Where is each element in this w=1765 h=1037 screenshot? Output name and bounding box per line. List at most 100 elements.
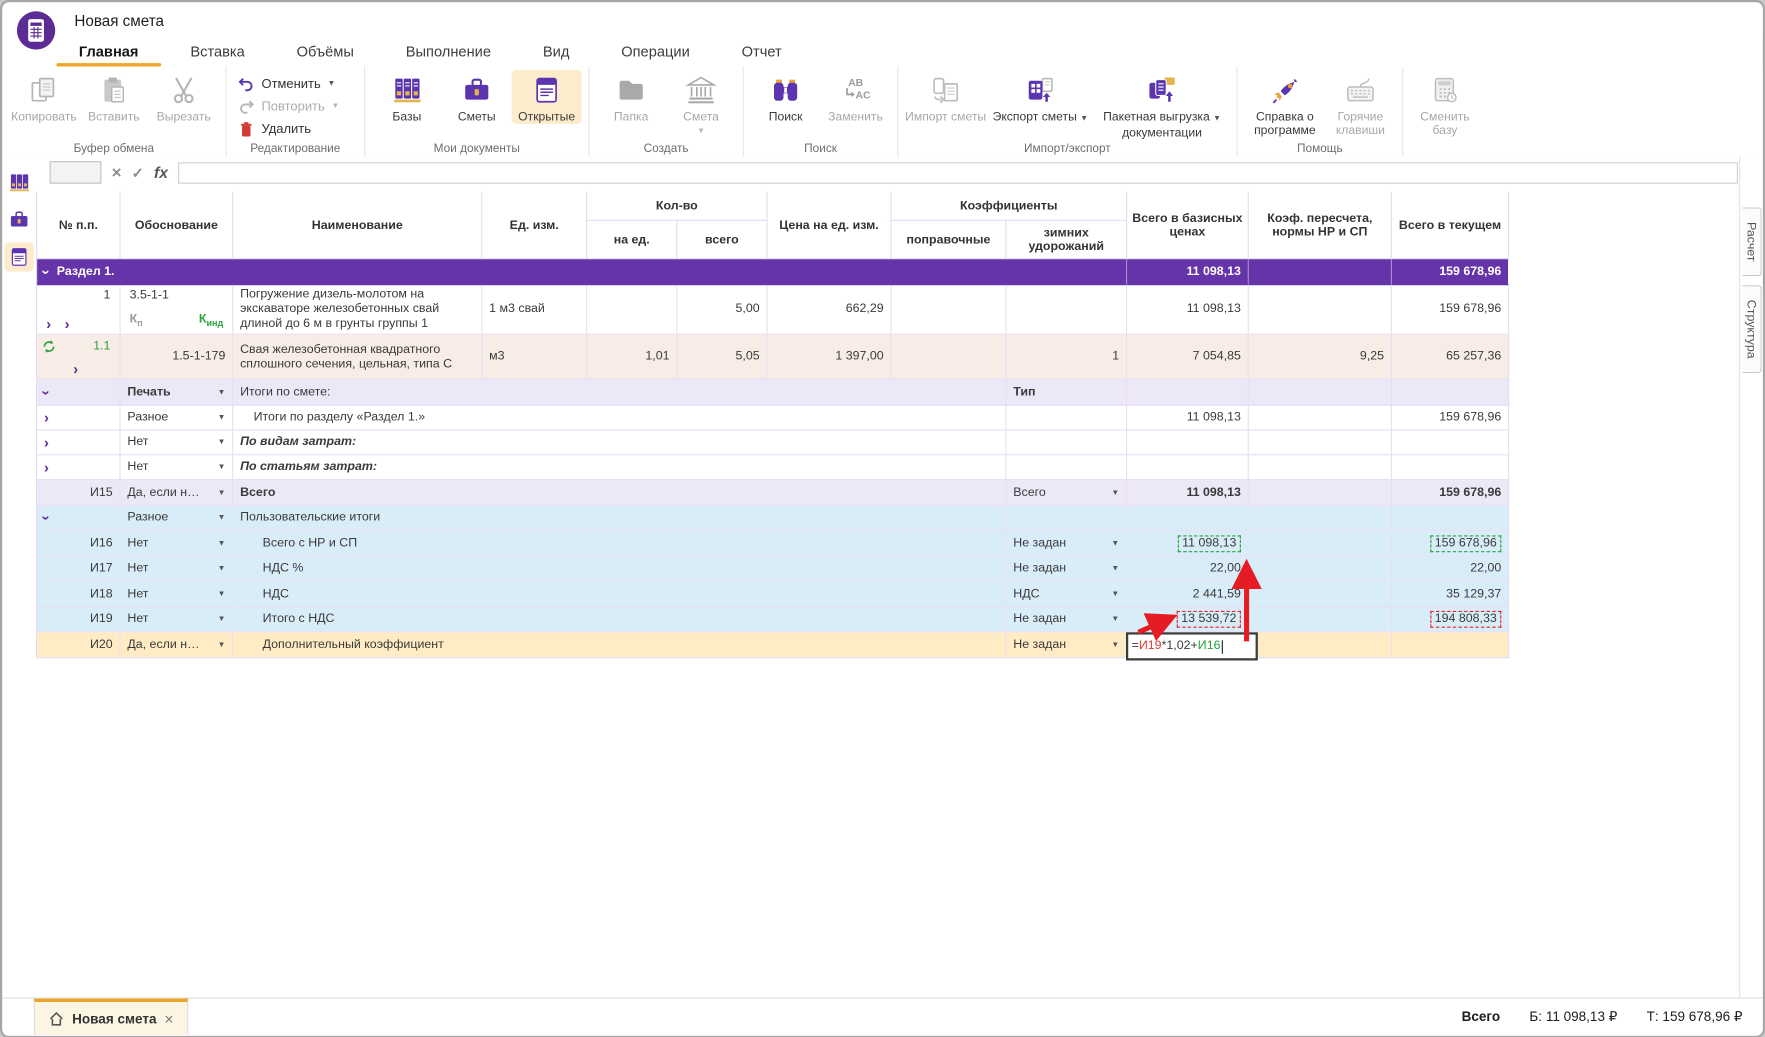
by-types-dropdown[interactable]: Нет ▼ [127,435,225,450]
by-cost-types-row[interactable]: › Нет ▼ По видам затрат: [36,430,1510,456]
by-types-expand-icon[interactable]: › [44,435,49,450]
total-row-i15[interactable]: И15 Да, если н… ▼ Всего Всего ▼ 11 098,13 … [36,480,1510,507]
group-import-export: Импорт сметы Экспорт сметы ▼ Пакетная вы… [898,66,1238,157]
item1-num: 1 [103,288,111,303]
user-totals-dropdown[interactable]: Разное ▼ [127,511,225,526]
document-tab-close-icon[interactable]: × [164,1010,173,1026]
side-tab-calculation[interactable]: Расчет [1741,207,1762,277]
search-button[interactable]: Поиск [751,70,821,124]
batch-export-button[interactable]: Пакетная выгрузка ▼ документации [1094,70,1229,140]
create-estimate-button: Смета ▼ [666,70,736,135]
i16-type-dropdown[interactable]: Не задан ▼ [1013,536,1119,551]
mini-briefcase-icon [10,211,28,227]
by-articles-expand-icon[interactable]: › [44,460,49,475]
col-coeff-group: Коэффициенты [891,191,1128,221]
i19-label: Итого с НДС [233,607,1007,633]
col-total-cur: Всего в текущем [1391,191,1510,260]
tab-insert[interactable]: Вставка [186,36,249,66]
by-articles-dropdown[interactable]: Нет ▼ [127,460,225,475]
i16-label: Всего с НР и СП [233,530,1007,557]
about-button[interactable]: Справка о программе [1244,70,1325,138]
text-cursor [1221,639,1223,654]
formula-input[interactable] [178,161,1738,184]
estimates-button[interactable]: Сметы [442,70,512,124]
tab-view[interactable]: Вид [538,36,574,66]
item1-expand-icon[interactable]: › [46,317,51,332]
cancel-icon[interactable]: × [112,164,122,181]
mini-open-documents-button[interactable] [4,242,34,272]
i15-print-dropdown[interactable]: Да, если н… ▼ [127,485,225,500]
open-documents-button[interactable]: Открытые [511,69,582,124]
i19-total-base: 13 539,72 [1176,610,1241,628]
item1-qty-total: 5,00 [677,285,768,335]
item-row-1[interactable]: 1 › › 3.5-1-1 Кп Кинд Погружение дизель-… [36,285,1510,335]
bases-button[interactable]: Базы [372,70,442,124]
section-row[interactable]: › Раздел 1. 11 098,13 159 678,96 [36,259,1510,286]
item1-expand2-icon[interactable]: › [65,317,70,332]
undo-caret-icon[interactable]: ▼ [327,80,335,88]
group-editing: Отменить ▼ Повторить ▼ Удалить Редактиро… [227,66,366,157]
col-corrective: поправочные [891,220,1007,260]
section-totals-expand-icon[interactable]: › [44,410,49,425]
i19-print-dropdown[interactable]: Нет ▼ [127,612,225,627]
i15-type-dropdown[interactable]: Всего ▼ [1013,485,1119,500]
delete-button[interactable]: Удалить [233,119,357,138]
tab-main[interactable]: Главная [56,36,161,67]
app-logo-icon[interactable] [16,10,57,51]
item1-kind-coefficient[interactable]: Кинд [199,312,223,330]
title-bar: Новая смета [2,2,1763,50]
export-estimate-button[interactable]: Экспорт сметы ▼ [986,70,1094,126]
item11-expand-icon[interactable]: › [73,362,78,377]
undo-button[interactable]: Отменить ▼ [233,74,357,93]
col-total-base: Всего в базисных ценах [1127,191,1249,260]
i17-print-dropdown[interactable]: Нет ▼ [127,561,225,576]
i16-print-dropdown[interactable]: Нет ▼ [127,536,225,551]
item1-basis: 3.5-1-1 [129,288,169,303]
i20-type-dropdown[interactable]: Не задан ▼ [1013,637,1119,652]
resource-link-icon[interactable] [42,339,57,358]
i17-type-dropdown[interactable]: Не задан ▼ [1013,561,1119,576]
mini-estimates-button[interactable] [5,205,34,234]
tab-report[interactable]: Отчет [737,36,786,66]
totals-header-row[interactable]: › Печать ▼ Итоги по смете: Тип [36,379,1510,406]
row-i19[interactable]: И19 Нет ▼ Итого с НДС Не задан ▼ 13 539,72… [36,607,1510,633]
batch-export-icon [1144,73,1180,107]
by-cost-articles-row[interactable]: › Нет ▼ По статьям затрат: [36,455,1510,481]
row-i18[interactable]: И18 Нет ▼ НДС НДС ▼ 2 441,59 35 129,37 [36,581,1510,608]
i20-print-dropdown[interactable]: Да, если н… ▼ [127,637,225,652]
section-totals-dropdown[interactable]: Разное ▼ [127,410,225,425]
user-totals-label: Пользовательские итоги [233,506,1007,531]
ribbon-tab-bar: Главная Вставка Объёмы Выполнение Вид Оп… [2,36,1763,67]
check-icon[interactable]: ✓ [132,165,144,180]
tab-operations[interactable]: Операции [617,36,695,66]
user-totals-collapse-icon[interactable]: › [38,515,55,520]
tab-volumes[interactable]: Объёмы [292,36,358,66]
row-i17[interactable]: И17 Нет ▼ НДС % Не задан ▼ 22,00 22,00 [36,556,1510,582]
row-i20[interactable]: И20 Да, если н… ▼ Дополнительный коэффици… [36,632,1510,661]
item1-kp-coefficient[interactable]: Кп [130,312,143,330]
document-tab[interactable]: Новая смета × [33,998,189,1035]
tab-execution[interactable]: Выполнение [401,36,495,66]
svg-text:AB: AB [848,77,864,89]
dropdown-caret-icon: ▼ [1111,539,1120,548]
mini-bases-button[interactable] [5,168,34,197]
calculator-icon [1427,73,1463,107]
cell-reference-input[interactable] [49,161,102,184]
item-row-1-1[interactable]: 1.1 › 1.5-1-179 Свая железобетонная квад… [36,334,1510,380]
scissors-icon [166,73,202,107]
formula-bar: × ✓ fx [36,157,1740,189]
side-tab-structure[interactable]: Структура [1741,285,1762,374]
formula-edit-cell[interactable]: = И19 *1,02+ И16 [1125,632,1258,661]
collapse-section-icon[interactable]: › [38,269,55,274]
type-column-label: Тип [1006,379,1128,406]
i19-type-dropdown[interactable]: Не задан ▼ [1013,612,1119,627]
totals-collapse-icon[interactable]: › [38,390,55,395]
section-totals-cur: 159 678,96 [1391,405,1510,431]
i18-type-dropdown[interactable]: НДС ▼ [1013,587,1119,602]
user-totals-row[interactable]: › Разное ▼ Пользовательские итоги [36,506,1510,531]
section-totals-row[interactable]: › Разное ▼ Итоги по разделу «Раздел 1.» 1… [36,405,1510,431]
row-i16[interactable]: И16 Нет ▼ Всего с НР и СП Не задан ▼ 11 09… [36,530,1510,557]
i17-total-base: 22,00 [1127,556,1249,582]
totals-print-dropdown[interactable]: Печать ▼ [127,385,225,400]
i18-print-dropdown[interactable]: Нет ▼ [127,587,225,602]
